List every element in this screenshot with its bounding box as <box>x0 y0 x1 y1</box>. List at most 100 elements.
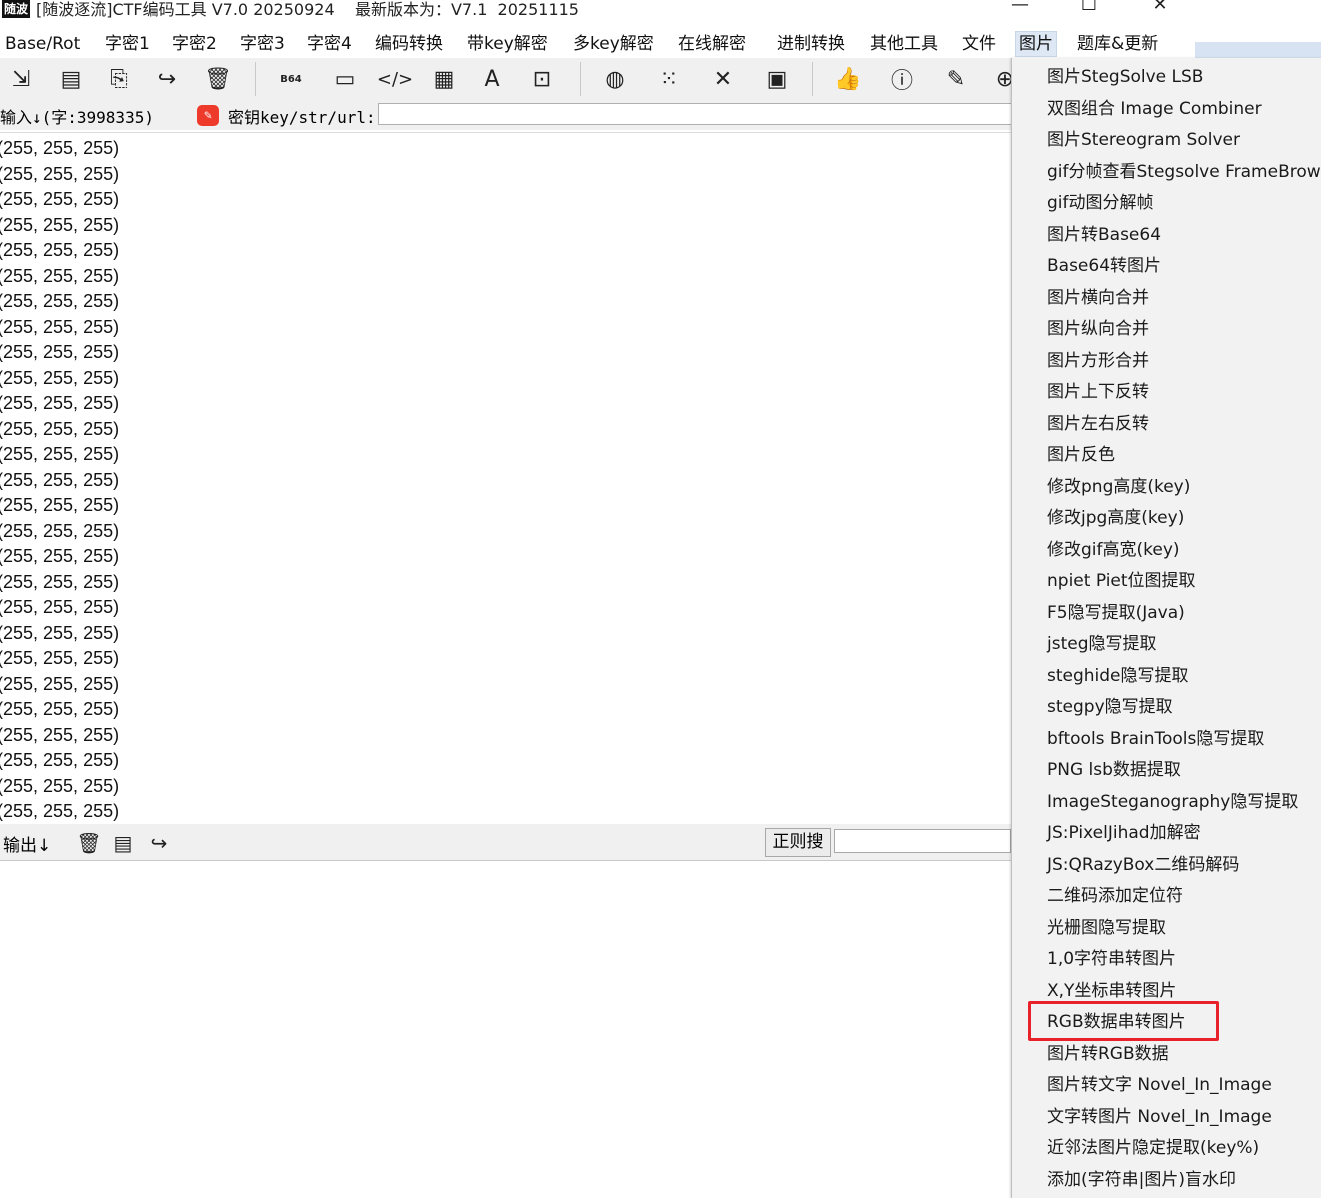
toolbar-separator <box>255 62 256 96</box>
font-icon[interactable]: A <box>477 64 507 94</box>
menu-bar: Base/Rot 字密1 字密2 字密3 字密4 编码转换 带key解密 多ke… <box>0 30 1195 58</box>
menu-item[interactable]: bftools BrainTools隐写提取 <box>1047 726 1264 752</box>
menu-item[interactable]: 光栅图隐写提取 <box>1047 915 1166 941</box>
import-icon[interactable]: ⇲ <box>6 64 36 94</box>
key-label: 密钥key/str/url: <box>228 108 376 127</box>
menu-zimi1[interactable]: 字密1 <box>105 32 150 56</box>
output-row: 输出↓ 🗑 ▤ ↪ 正则搜 <box>0 824 1011 861</box>
menu-item[interactable]: X,Y坐标串转图片 <box>1047 978 1176 1004</box>
menu-item[interactable]: 修改jpg高度(key) <box>1047 505 1184 531</box>
menu-item[interactable]: 图片Stereogram Solver <box>1047 127 1240 153</box>
menu-item[interactable]: 添加(字符串|图片)盲水印 <box>1047 1167 1236 1193</box>
toolbar-separator <box>580 62 581 96</box>
text-line: (255, 255, 255) <box>0 597 120 617</box>
menu-multikey-decrypt[interactable]: 多key解密 <box>573 32 654 56</box>
menu-zimi3[interactable]: 字密3 <box>240 32 285 56</box>
menu-other-tools[interactable]: 其他工具 <box>870 32 938 56</box>
close-button[interactable]: ✕ <box>1140 0 1180 15</box>
menu-item[interactable]: 1,0字符串转图片 <box>1047 946 1176 972</box>
text-line: (255, 255, 255) <box>0 291 120 311</box>
text-line: (255, 255, 255) <box>0 240 120 260</box>
output-trash-icon[interactable]: 🗑 <box>76 830 102 856</box>
toolbar: ⇲ ▤ ⎘ ↪ 🗑 B64 ▭ </> ▦ A ⊡ ◍ ⁙ ✕ ▣ 👍 ⓘ ✎ … <box>0 58 1014 100</box>
menu-item[interactable]: ImageSteganography隐写提取 <box>1047 789 1298 815</box>
menu-library-update[interactable]: 题库&更新 <box>1077 32 1158 56</box>
regex-search-button[interactable]: 正则搜 <box>765 828 831 857</box>
menu-item[interactable]: gif动图分解帧 <box>1047 190 1154 216</box>
grid-icon[interactable]: ⁙ <box>654 64 684 94</box>
text-line: (255, 255, 255) <box>0 546 120 566</box>
output-share-icon[interactable]: ↪ <box>146 830 172 856</box>
menu-image[interactable]: 图片 <box>1015 31 1057 57</box>
share-icon[interactable]: ↪ <box>152 64 182 94</box>
menu-item[interactable]: 图片转RGB数据 <box>1047 1041 1169 1067</box>
menu-item[interactable]: steghide隐写提取 <box>1047 663 1189 689</box>
menu-radix[interactable]: 进制转换 <box>777 32 845 56</box>
edit-table-icon[interactable]: ⊡ <box>527 64 557 94</box>
terminal-icon[interactable]: ▭ <box>330 64 360 94</box>
menu-item[interactable]: 图片转Base64 <box>1047 222 1161 248</box>
menu-item[interactable]: 修改gif高宽(key) <box>1047 537 1180 563</box>
tools-icon[interactable]: ✕ <box>708 64 738 94</box>
text-line: (255, 255, 255) <box>0 214 120 235</box>
menu-item[interactable]: Base64转图片 <box>1047 253 1161 279</box>
menu-file[interactable]: 文件 <box>962 32 996 56</box>
text-line: (255, 255, 255) <box>0 750 120 770</box>
document-icon[interactable]: ▣ <box>762 64 792 94</box>
menu-online-decrypt[interactable]: 在线解密 <box>678 32 746 56</box>
menu-zimi4[interactable]: 字密4 <box>307 32 352 56</box>
menu-item[interactable]: npiet Piet位图提取 <box>1047 568 1196 594</box>
menu-item[interactable]: 图片左右反转 <box>1047 411 1149 437</box>
output-copy-icon[interactable]: ▤ <box>110 830 136 856</box>
text-line: (255, 255, 255) <box>0 444 120 464</box>
text-line: (255, 255, 255) <box>0 622 120 643</box>
text-line: (255, 255, 255) <box>0 648 120 668</box>
menu-item[interactable]: 文字转图片 Novel_In_Image <box>1047 1104 1272 1130</box>
menu-item[interactable]: F5隐写提取(Java) <box>1047 600 1185 626</box>
menu-item[interactable]: 图片上下反转 <box>1047 379 1149 405</box>
thumbs-up-icon[interactable]: 👍 <box>833 64 863 94</box>
menu-item[interactable]: 二维码添加定位符 <box>1047 883 1183 909</box>
globe-icon[interactable]: ◍ <box>600 64 630 94</box>
menu-key-decrypt[interactable]: 带key解密 <box>467 32 548 56</box>
menu-item[interactable]: PNG lsb数据提取 <box>1047 757 1181 783</box>
menu-item[interactable]: 图片反色 <box>1047 442 1115 468</box>
input-row: 输入↓(字:3998335) ✎ 密钥key/str/url: <box>0 100 1012 130</box>
menu-base-rot[interactable]: Base/Rot <box>5 32 80 56</box>
menu-zimi2[interactable]: 字密2 <box>172 32 217 56</box>
text-line: (255, 255, 255) <box>0 265 120 286</box>
menu-item[interactable]: JS:QRazyBox二维码解码 <box>1047 852 1239 878</box>
base64-icon[interactable]: B64 <box>276 64 306 94</box>
menu-item[interactable]: 图片方形合并 <box>1047 348 1149 374</box>
key-input[interactable] <box>378 103 1012 125</box>
trash-icon[interactable]: 🗑 <box>203 64 233 94</box>
menu-item[interactable]: JS:PixelJihad加解密 <box>1047 820 1201 846</box>
help-icon[interactable]: ⓘ <box>887 64 917 94</box>
menu-item[interactable]: 图片纵向合并 <box>1047 316 1149 342</box>
menu-item[interactable]: 图片StegSolve LSB <box>1047 64 1203 90</box>
menu-item[interactable]: 图片转文字 Novel_In_Image <box>1047 1072 1272 1098</box>
paste-icon[interactable]: ⎘ <box>104 64 134 94</box>
menu-item[interactable]: jsteg隐写提取 <box>1047 631 1157 657</box>
output-label: 输出↓ <box>3 836 52 856</box>
menu-item[interactable]: stegpy隐写提取 <box>1047 694 1173 720</box>
menu-item[interactable]: gif分帧查看Stegsolve FrameBrow <box>1047 159 1321 185</box>
table-icon[interactable]: ▦ <box>429 64 459 94</box>
text-line: (255, 255, 255) <box>0 699 120 719</box>
menu-encoding[interactable]: 编码转换 <box>375 32 443 56</box>
minimize-button[interactable]: — <box>1000 0 1040 15</box>
code-icon[interactable]: </> <box>377 64 413 94</box>
menu-item[interactable]: 图片横向合并 <box>1047 285 1149 311</box>
text-line: (255, 255, 255) <box>0 393 120 413</box>
input-textarea[interactable]: (255, 255, 255) (255, 255, 255) (255, 25… <box>0 132 1011 823</box>
text-line: (255, 255, 255) <box>0 495 120 515</box>
menu-item[interactable]: 双图组合 Image Combiner <box>1047 96 1262 122</box>
menu-item[interactable]: 修改png高度(key) <box>1047 474 1190 500</box>
text-line: (255, 255, 255) <box>0 316 120 337</box>
edit-icon[interactable]: ✎ <box>941 64 971 94</box>
maximize-button[interactable]: ☐ <box>1069 0 1109 15</box>
copy-icon[interactable]: ▤ <box>56 64 86 94</box>
menu-item[interactable]: 近邻法图片隐定提取(key%) <box>1047 1135 1259 1161</box>
text-line: (255, 255, 255) <box>0 520 120 541</box>
regex-search-input[interactable] <box>834 829 1011 853</box>
